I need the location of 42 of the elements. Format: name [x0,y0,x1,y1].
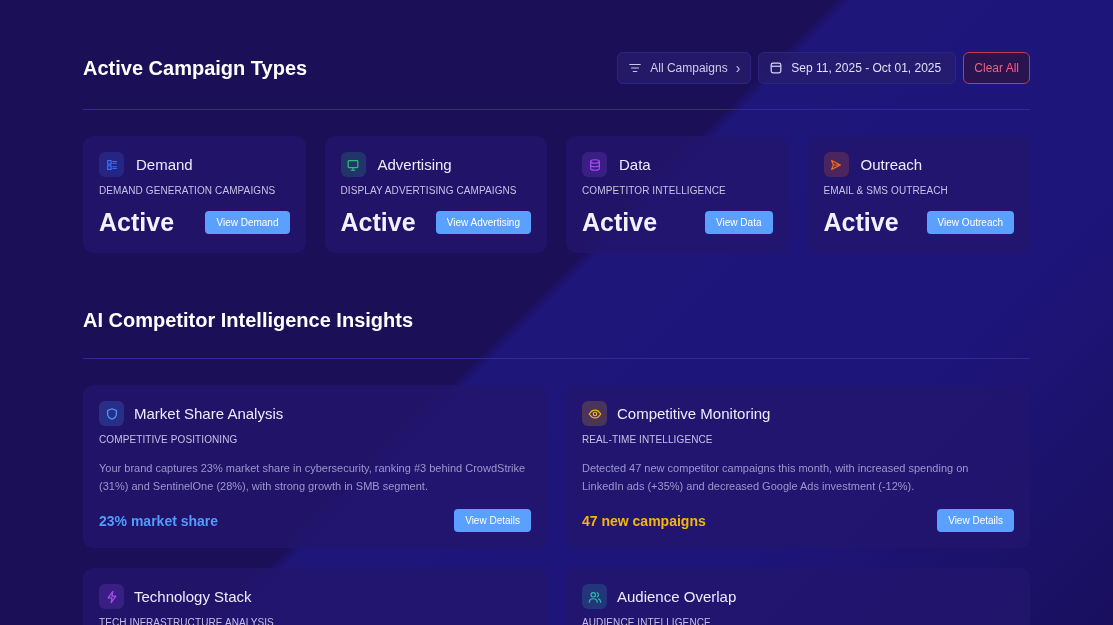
card-subtitle: COMPETITOR INTELLIGENCE [582,185,727,196]
card-title: Data [619,156,651,173]
card-title: Outreach [860,156,923,173]
insight-description: Your brand captures 23% market share in cybersecurity, ranking #3 behind CrowdStrike (31%) and SentinelOne (28%), with strong growth in SMB segment. [99,461,527,494]
metric-text: 23% market share [99,512,219,529]
status-text: Active [340,208,416,237]
eye-icon [587,406,602,421]
insight-description: Detected 47 new competitor campaigns this month, with increased spending on LinkedIn ads (+35%) and decreased Google Ads investment (-12%). [582,461,970,494]
calendar-icon [769,61,784,75]
metric-text: 47 new campaigns [582,512,706,529]
view-button[interactable]: View Advertising [435,211,531,234]
users-icon [587,589,602,604]
view-button[interactable]: View Outreach [926,211,1014,234]
filter-icon [628,61,643,75]
card-title: Technology Stack [134,588,252,605]
card-subtitle: EMAIL & SMS OUTREACH [823,185,949,196]
card-subtitle: DEMAND GENERATION CAMPAIGNS [99,185,277,196]
status-text: Active [99,208,175,237]
monitor-icon [346,157,360,172]
card-title: Market Share Analysis [134,405,284,422]
view-details-button[interactable]: View Details [937,509,1014,532]
clear-all-button[interactable]: Clear All [963,52,1030,84]
section-title: Active Campaign Types [83,56,308,80]
status-text: Active [582,208,658,237]
date-range-button[interactable]: Sep 11, 2025 - Oct 01, 2025 [758,52,957,84]
shield-icon [104,406,119,421]
status-text: Active [823,208,899,237]
list-icon [104,157,119,172]
card-title: Competitive Monitoring [617,405,771,422]
view-button[interactable]: View Demand [205,211,290,234]
view-details-button[interactable]: View Details [454,509,531,532]
card-title: Audience Overlap [617,588,737,605]
campaign-filter-button[interactable]: All Campaigns › [617,52,752,84]
card-subtitle: COMPETITIVE POSITIONING [99,434,239,445]
card-subtitle: DISPLAY ADVERTISING CAMPAIGNS [340,185,518,196]
card-title: Advertising [377,156,452,173]
card-title: Demand [136,156,193,173]
section-title: AI Competitor Intelligence Insights [83,309,415,332]
send-icon [829,157,843,172]
view-button[interactable]: View Data [705,211,773,234]
card-subtitle: REAL-TIME INTELLIGENCE [582,434,714,445]
database-icon [587,157,602,172]
